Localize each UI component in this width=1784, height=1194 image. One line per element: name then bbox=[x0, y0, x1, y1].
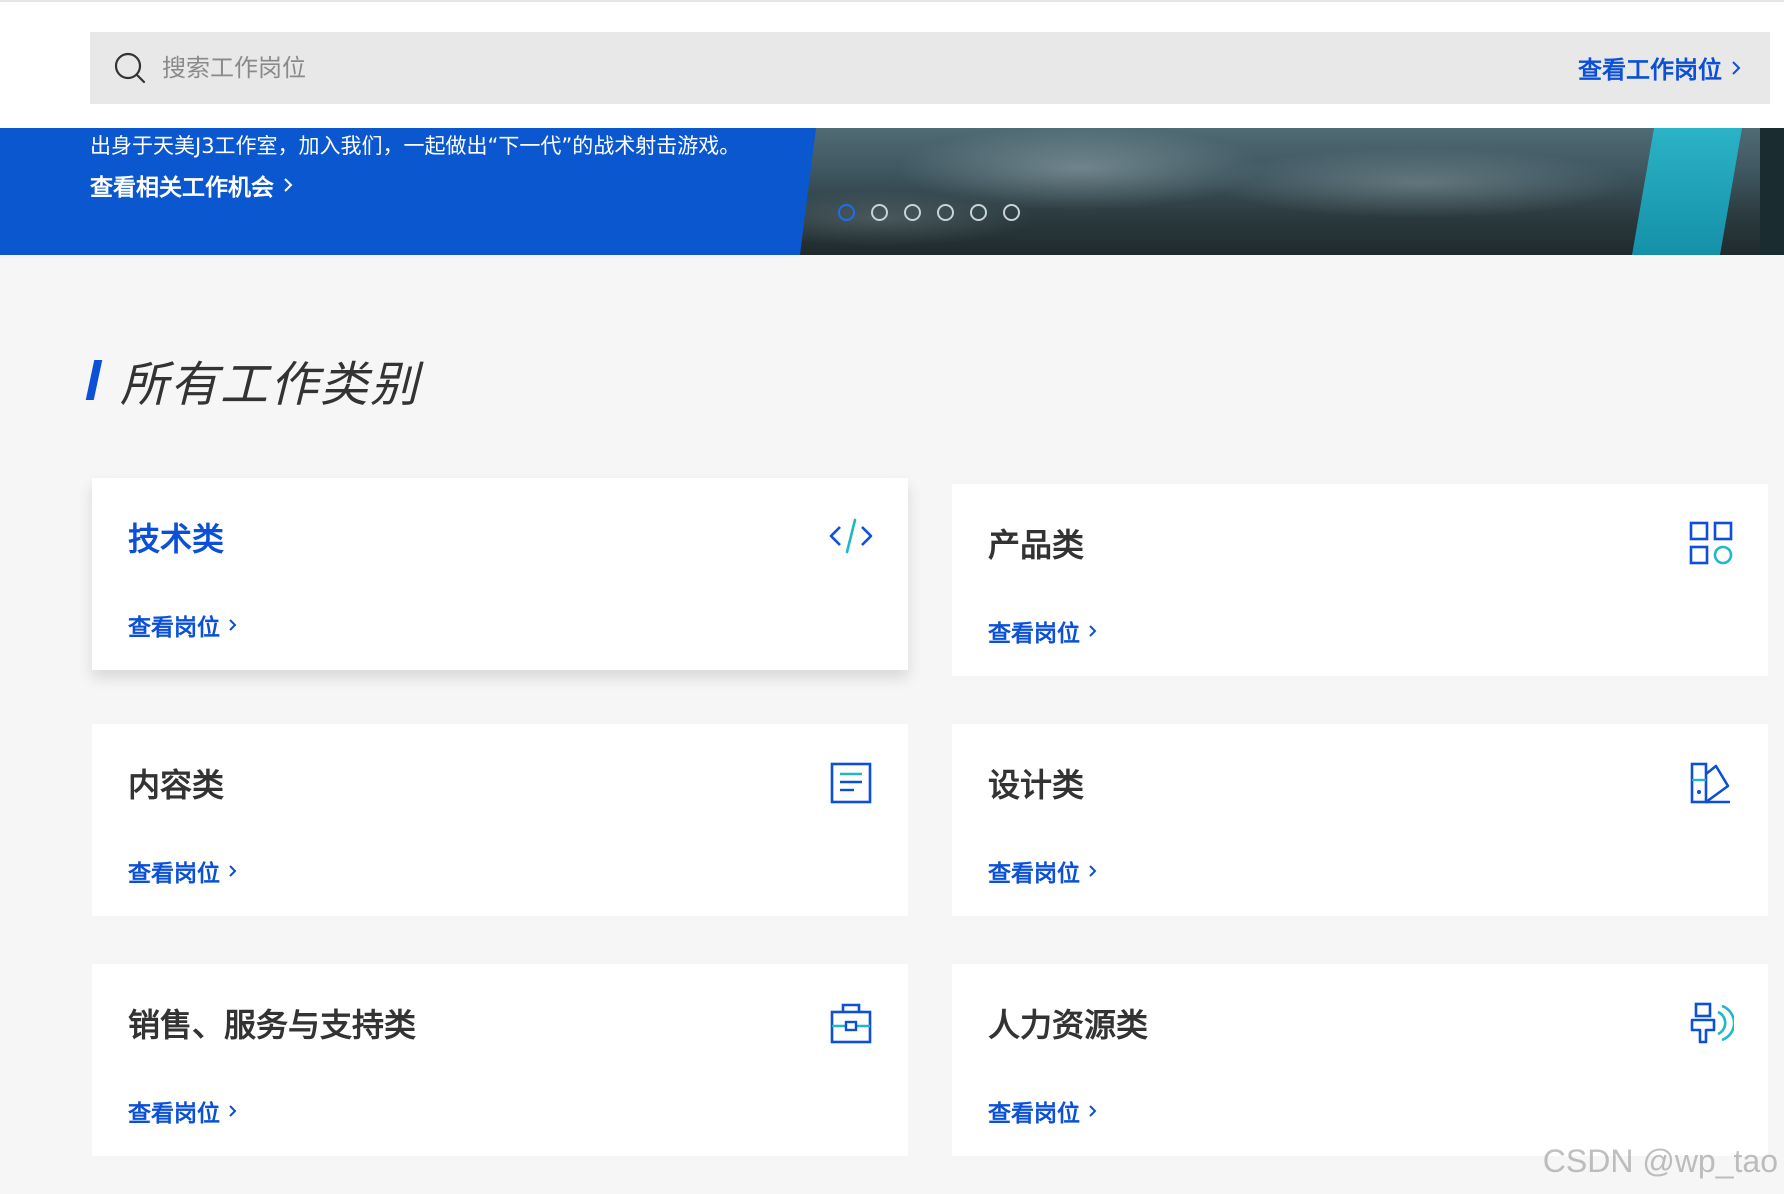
view-positions-link[interactable]: 查看岗位 bbox=[128, 854, 238, 888]
chevron-right-icon bbox=[284, 178, 293, 192]
chevron-right-icon bbox=[229, 1105, 237, 1117]
code-icon bbox=[829, 518, 873, 554]
carousel-dot-2[interactable] bbox=[871, 204, 888, 221]
category-card-design[interactable]: 设计类 查看岗位 bbox=[952, 724, 1768, 916]
design-palette-icon bbox=[1690, 762, 1730, 804]
chevron-right-icon bbox=[1732, 60, 1741, 75]
carousel-dot-1[interactable] bbox=[838, 204, 855, 221]
chevron-right-icon bbox=[229, 865, 237, 877]
category-card-content[interactable]: 内容类 查看岗位 bbox=[92, 724, 908, 916]
document-icon bbox=[830, 762, 872, 804]
banner-related-jobs-link[interactable]: 查看相关工作机会 bbox=[90, 168, 294, 202]
carousel-dots bbox=[838, 204, 1020, 221]
category-card-hr[interactable]: 人力资源类 查看岗位 bbox=[952, 964, 1768, 1156]
view-positions-link[interactable]: 查看岗位 bbox=[988, 854, 1098, 888]
category-title: 技术类 bbox=[128, 520, 225, 558]
section-heading: 所有工作类别 bbox=[85, 350, 420, 413]
category-title: 销售、服务与支持类 bbox=[128, 1006, 417, 1044]
chevron-right-icon bbox=[1089, 1105, 1097, 1117]
hero-banner: 出身于天美J3工作室，加入我们，一起做出“下一代”的战术射击游戏。 查看相关工作… bbox=[0, 128, 1784, 255]
grid-apps-icon bbox=[1689, 521, 1733, 565]
category-card-sales-service[interactable]: 销售、服务与支持类 查看岗位 bbox=[92, 964, 908, 1156]
view-positions-link[interactable]: 查看岗位 bbox=[128, 1094, 238, 1128]
heading-accent-bar bbox=[85, 360, 103, 400]
banner-link-label: 查看相关工作机会 bbox=[90, 175, 274, 201]
top-bar: 查看工作岗位 bbox=[0, 0, 1784, 128]
chevron-right-icon bbox=[1089, 865, 1097, 877]
category-title: 内容类 bbox=[128, 766, 225, 804]
view-positions-link[interactable]: 查看岗位 bbox=[988, 1094, 1098, 1128]
carousel-dot-3[interactable] bbox=[904, 204, 921, 221]
view-jobs-link[interactable]: 查看工作岗位 bbox=[1578, 50, 1742, 85]
chevron-right-icon bbox=[229, 619, 237, 631]
section-title: 所有工作类别 bbox=[120, 357, 421, 413]
view-jobs-label: 查看工作岗位 bbox=[1578, 56, 1722, 84]
category-title: 设计类 bbox=[988, 766, 1085, 804]
briefcase-icon bbox=[830, 1003, 872, 1044]
category-title: 人力资源类 bbox=[988, 1006, 1149, 1044]
carousel-dot-6[interactable] bbox=[1003, 204, 1020, 221]
search-icon bbox=[114, 52, 146, 84]
chevron-right-icon bbox=[1089, 625, 1097, 637]
search-input[interactable] bbox=[162, 44, 1262, 92]
search-bar[interactable]: 查看工作岗位 bbox=[90, 32, 1770, 104]
banner-description: 出身于天美J3工作室，加入我们，一起做出“下一代”的战术射击游戏。 bbox=[90, 134, 741, 158]
view-positions-link[interactable]: 查看岗位 bbox=[128, 608, 238, 642]
hr-people-icon bbox=[1690, 1002, 1734, 1044]
watermark-text: CSDN @wp_tao bbox=[1542, 1143, 1778, 1179]
carousel-dot-5[interactable] bbox=[970, 204, 987, 221]
view-positions-link[interactable]: 查看岗位 bbox=[988, 614, 1098, 648]
category-card-tech[interactable]: 技术类 查看岗位 bbox=[92, 478, 908, 670]
category-card-product[interactable]: 产品类 查看岗位 bbox=[952, 484, 1768, 676]
carousel-dot-4[interactable] bbox=[937, 204, 954, 221]
category-title: 产品类 bbox=[988, 526, 1085, 564]
